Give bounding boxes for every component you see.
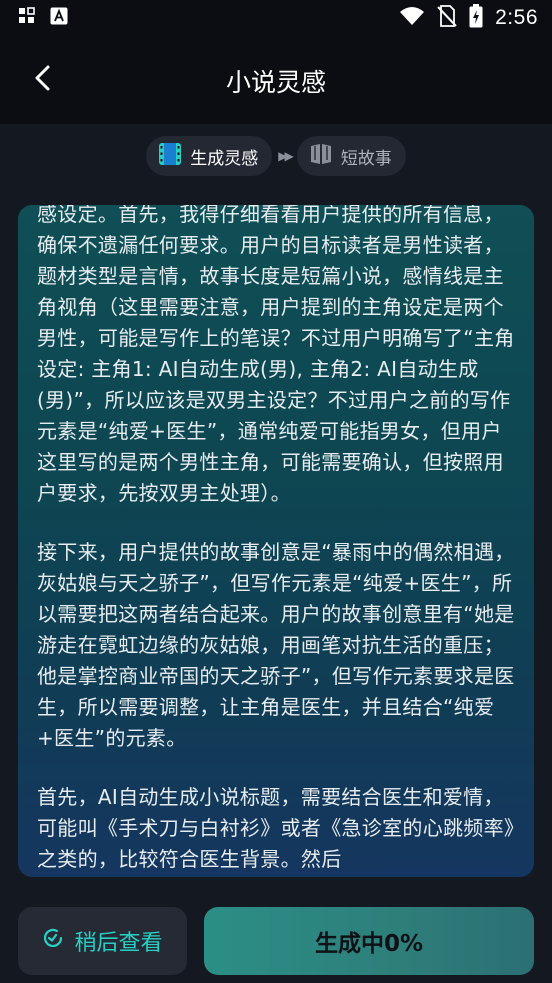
chevron-left-icon: [33, 65, 51, 95]
a-notification-icon: [50, 7, 68, 30]
story-text: 感设定。首先，我得仔细看看用户提供的所有信息，确保不遗漏任何要求。用户的目标读者…: [37, 205, 516, 877]
app-screen: 2:56 小说灵感 生成灵感 ▶▶ 短故事 感设定。首先，我得仔细看看用户提供的…: [0, 0, 552, 983]
story-paragraph: 感设定。首先，我得仔细看看用户提供的所有信息，确保不遗漏任何要求。用户的目标读者…: [37, 205, 515, 505]
no-sim-icon: [437, 4, 457, 32]
view-later-label: 稍后查看: [74, 931, 163, 956]
step-label: 生成灵感: [190, 148, 259, 169]
generating-progress-label: 生成中0%: [314, 931, 424, 957]
page-title: 小说灵感: [225, 68, 326, 97]
film-icon: [158, 142, 182, 171]
step-label: 短故事: [340, 148, 392, 169]
status-right: 2:56: [399, 3, 538, 33]
step-arrow-icon: ▶▶: [278, 149, 294, 163]
title-bar: 小说灵感: [0, 44, 552, 118]
step-generate-inspiration[interactable]: 生成灵感: [146, 136, 273, 176]
generating-progress-button[interactable]: 生成中0%: [204, 907, 534, 975]
view-later-button[interactable]: 稍后查看: [18, 907, 187, 975]
story-paragraph: 接下来，用户提供的故事创意是“暴雨中的偶然相遇，灰姑娘与天之骄子”，但写作元素是…: [37, 540, 515, 750]
story-text-panel[interactable]: 感设定。首先，我得仔细看看用户提供的所有信息，确保不遗漏任何要求。用户的目标读者…: [18, 205, 534, 877]
status-bar: 2:56: [0, 0, 552, 36]
book-icon: [309, 142, 333, 171]
status-left: [18, 6, 68, 30]
step-short-story[interactable]: 短故事: [296, 136, 406, 176]
step-indicator: 生成灵感 ▶▶ 短故事: [0, 136, 552, 176]
grid-icon: [18, 6, 36, 30]
clock-icon: [42, 927, 64, 955]
status-time: 2:56: [495, 6, 538, 29]
story-paragraph: 首先，AI自动生成小说标题，需要结合医生和爱情，可能叫《手术刀与白衬衫》或者《急…: [37, 785, 515, 871]
wifi-icon: [399, 6, 425, 31]
back-button[interactable]: [22, 60, 62, 100]
battery-charging-icon: [469, 3, 483, 33]
